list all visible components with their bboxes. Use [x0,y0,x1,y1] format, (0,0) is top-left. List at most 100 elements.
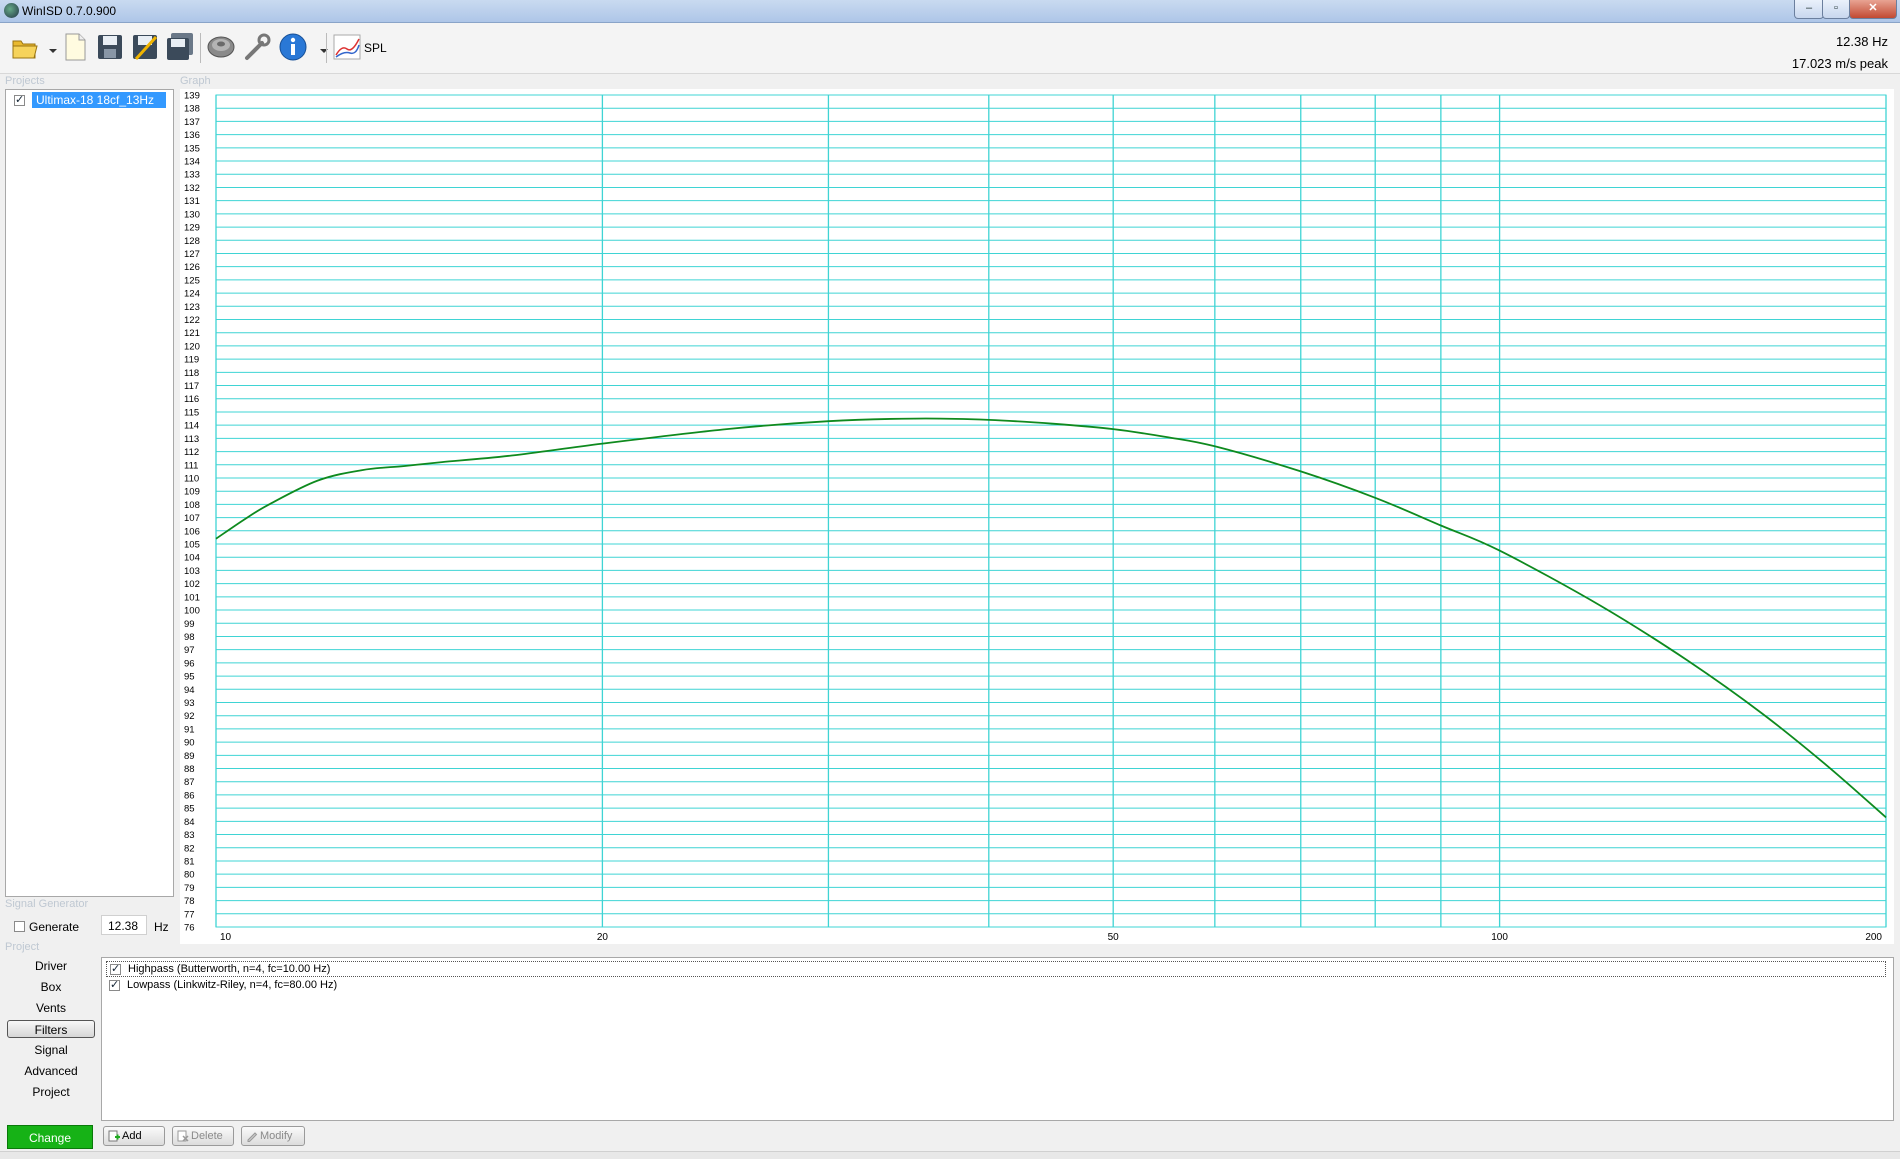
info-icon[interactable] [278,31,308,63]
y-tick-label: 137 [184,117,200,128]
y-tick-label: 131 [184,196,200,207]
info-dropdown-icon[interactable] [309,31,328,63]
nav-driver[interactable]: Driver [7,957,95,975]
y-tick-label: 84 [184,817,195,828]
filter-enabled-checkbox[interactable] [109,978,120,991]
y-tick-label: 82 [184,843,195,854]
window-title: WinISD 0.7.0.900 [22,4,117,18]
y-tick-label: 104 [184,553,200,564]
project-visible-checkbox[interactable] [14,93,25,106]
y-tick-label: 79 [184,883,195,894]
y-tick-label: 118 [184,368,199,379]
save-icon[interactable] [95,31,125,63]
spl-graph[interactable]: 76 77 78 79 80 81 82 83 84 85 86 87 88 89 90 91 92 93 94 95… [180,89,1894,944]
driver-icon[interactable] [206,31,236,63]
y-tick-label: 111 [184,460,198,471]
y-tick-label: 108 [184,500,200,511]
delete-filter-button[interactable]: Delete [172,1126,234,1146]
nav-vents[interactable]: Vents [7,999,95,1017]
filters-list: Highpass (Butterworth, n=4, fc=10.00 Hz)… [101,957,1894,1121]
open-icon[interactable] [10,31,40,63]
spl-chart-svg[interactable]: 76 77 78 79 80 81 82 83 84 85 86 87 88 89 90 91 92 93 94 95… [180,89,1894,944]
maximize-button[interactable]: ▫ [1822,0,1850,19]
project-item[interactable]: Ultimax-18 18cf_13Hz [10,92,170,108]
nav-project[interactable]: Project [7,1083,95,1101]
change-button[interactable]: Change [7,1125,93,1149]
delete-filter-label: Delete [191,1130,223,1142]
y-tick-label: 90 [184,738,195,749]
y-tick-label: 101 [184,592,200,603]
y-tick-label: 124 [184,289,200,300]
y-tick-label: 87 [184,777,195,788]
modify-filter-button[interactable]: Modify [241,1126,305,1146]
y-tick-label: 102 [184,579,200,590]
title-bar: WinISD 0.7.0.900 – ▫ ✕ [0,0,1900,23]
cursor-readout: 12.38 Hz 17.023 m/s peak [1792,31,1888,75]
y-tick-label: 132 [184,183,200,194]
y-tick-label: 92 [184,711,195,722]
y-tick-label: 105 [184,540,200,551]
projects-group-label: Projects [5,75,45,87]
close-button[interactable]: ✕ [1849,0,1897,19]
y-tick-label: 139 [184,91,200,102]
project-group-label: Project [5,941,40,953]
y-tick-label: 119 [184,355,199,366]
y-tick-label: 138 [184,104,200,115]
y-tick-label: 127 [184,249,200,260]
y-tick-label: 125 [184,275,200,286]
nav-box[interactable]: Box [7,978,95,996]
x-tick-label: 200 [1865,932,1882,943]
pencil-icon [247,1132,258,1142]
signal-frequency-unit: Hz [154,920,169,934]
filter-label: Highpass (Butterworth, n=4, fc=10.00 Hz) [128,963,331,975]
y-tick-label: 83 [184,830,195,841]
new-icon[interactable] [60,31,90,63]
y-tick-label: 94 [184,685,195,696]
add-filter-button[interactable]: Add [103,1126,165,1146]
y-tick-label: 109 [184,487,200,498]
minimize-button[interactable]: – [1794,0,1824,19]
y-tick-label: 95 [184,672,195,683]
x-tick-label: 20 [597,932,609,943]
app-icon [4,3,19,18]
x-tick-label: 10 [220,932,232,943]
y-tick-label: 112 [184,447,199,458]
open-dropdown-icon[interactable] [38,31,57,63]
y-tick-label: 115 [184,407,199,418]
y-tick-label: 129 [184,223,200,234]
y-tick-label: 121 [184,328,200,339]
add-filter-label: Add [122,1130,142,1142]
y-tick-label: 76 [184,923,195,934]
y-tick-label: 77 [184,909,195,920]
y-tick-label: 135 [184,143,200,154]
y-tick-label: 88 [184,764,195,775]
y-tick-label: 97 [184,645,195,656]
filter-row-lowpass[interactable]: Lowpass (Linkwitz-Riley, n=4, fc=80.00 H… [106,978,1886,994]
generate-checkbox[interactable] [14,921,25,932]
filter-enabled-checkbox[interactable] [110,962,121,975]
y-tick-label: 103 [184,566,200,577]
save-as-icon[interactable] [130,31,160,63]
add-icon [108,1130,120,1142]
project-name[interactable]: Ultimax-18 18cf_13Hz [32,92,166,108]
y-tick-label: 123 [184,302,200,313]
toolbar: SPL 12.38 Hz 17.023 m/s peak [0,23,1900,74]
tools-icon[interactable] [242,31,272,63]
toolbar-separator [200,33,201,63]
save-all-icon[interactable] [165,31,195,63]
y-tick-label: 93 [184,698,195,709]
y-tick-label: 113 [184,434,199,445]
nav-filters[interactable]: Filters [7,1020,95,1038]
y-tick-label: 107 [184,513,200,524]
nav-advanced[interactable]: Advanced [7,1062,95,1080]
y-tick-label: 85 [184,804,195,815]
nav-signal[interactable]: Signal [7,1041,95,1059]
y-tick-label: 133 [184,170,200,181]
filter-row-highpass[interactable]: Highpass (Butterworth, n=4, fc=10.00 Hz) [106,961,1886,977]
y-tick-label: 96 [184,658,195,669]
y-tick-label: 98 [184,632,195,643]
y-tick-label: 117 [184,381,199,392]
signal-frequency-input[interactable]: 12.38 [101,915,147,935]
spl-graph-icon[interactable] [332,31,362,63]
y-tick-label: 126 [184,262,200,273]
